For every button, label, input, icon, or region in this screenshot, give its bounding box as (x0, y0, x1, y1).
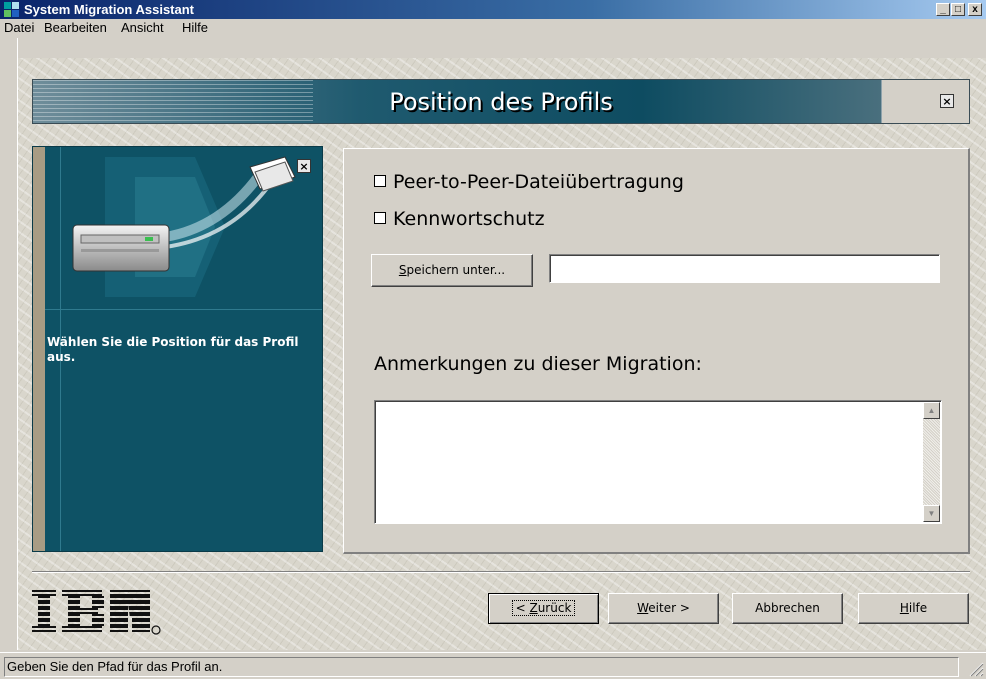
back-button[interactable]: < Zurück (488, 593, 599, 624)
info-panel: × Wählen Sie die Position für das Profil… (32, 146, 323, 552)
next-label: eiter > (648, 601, 690, 615)
resize-grip-icon[interactable] (966, 659, 984, 677)
peer-to-peer-checkbox[interactable] (374, 175, 386, 187)
status-text: Geben Sie den Pfad für das Profil an. (4, 657, 959, 677)
menu-hilfe[interactable]: Hilfe (182, 20, 208, 35)
next-mnemonic: W (637, 601, 649, 615)
migration-device-illustration (72, 156, 296, 297)
banner-close-area: × (881, 80, 969, 123)
help-mnemonic: H (899, 601, 909, 615)
password-protection-label: Kennwortschutz (393, 208, 545, 230)
back-label: urück (537, 601, 572, 615)
close-icon: x (972, 4, 978, 15)
back-prefix: < (515, 601, 530, 615)
menu-datei[interactable]: Datei (4, 20, 34, 35)
window-title: System Migration Assistant (24, 2, 195, 17)
menu-ansicht[interactable]: Ansicht (121, 20, 164, 35)
save-path-field[interactable] (549, 254, 940, 283)
footer-separator (32, 571, 970, 573)
back-mnemonic: Z (529, 601, 538, 615)
info-panel-close-icon[interactable]: × (297, 159, 311, 173)
close-window-button[interactable]: x (968, 3, 982, 16)
peer-to-peer-label: Peer-to-Peer-Dateiübertragung (393, 171, 684, 193)
maximize-icon: □ (954, 4, 962, 15)
ibm-logo (32, 590, 161, 635)
info-panel-text: Wählen Sie die Position für das Profil a… (47, 335, 299, 364)
back-focus: < Zurück (511, 600, 576, 616)
app-icon (4, 2, 19, 17)
header-banner: Position des Profils × (32, 79, 970, 124)
help-button[interactable]: Hilfe (858, 593, 969, 624)
menu-bearbeiten[interactable]: Bearbeiten (44, 20, 107, 35)
app-window: System Migration Assistant _ □ x Datei B… (0, 0, 986, 679)
form-panel: Peer-to-Peer-Dateiübertragung Kennwortsc… (343, 148, 970, 554)
maximize-button[interactable]: □ (951, 3, 965, 16)
content-left-edge (0, 38, 18, 650)
save-as-button[interactable]: Speichern unter... (371, 254, 533, 287)
info-panel-hdivider (45, 309, 322, 310)
password-protection-checkbox[interactable] (374, 212, 386, 224)
notes-label: Anmerkungen zu dieser Migration: (374, 353, 702, 375)
help-label: ilfe (908, 601, 928, 615)
save-as-label: peichern unter... (406, 263, 506, 277)
minimize-button[interactable]: _ (936, 3, 950, 16)
scroll-up-icon[interactable]: ▲ (923, 402, 940, 419)
next-button[interactable]: Weiter > (608, 593, 719, 624)
title-bar[interactable]: System Migration Assistant _ □ x (0, 0, 986, 19)
scroll-down-icon[interactable]: ▼ (923, 505, 940, 522)
cancel-button[interactable]: Abbrechen (732, 593, 843, 624)
page-title: Position des Profils (389, 88, 613, 116)
banner-close-icon[interactable]: × (940, 94, 954, 108)
minimize-icon: _ (940, 4, 946, 15)
notes-scrollbar[interactable]: ▲ ▼ (923, 402, 940, 522)
status-bar: Geben Sie den Pfad für das Profil an. (0, 652, 986, 679)
cancel-label: Abbrechen (755, 601, 820, 615)
notes-textarea[interactable]: ▲ ▼ (374, 400, 942, 524)
info-panel-strip (33, 147, 45, 551)
menu-bar: Datei Bearbeiten Ansicht Hilfe (0, 19, 986, 38)
